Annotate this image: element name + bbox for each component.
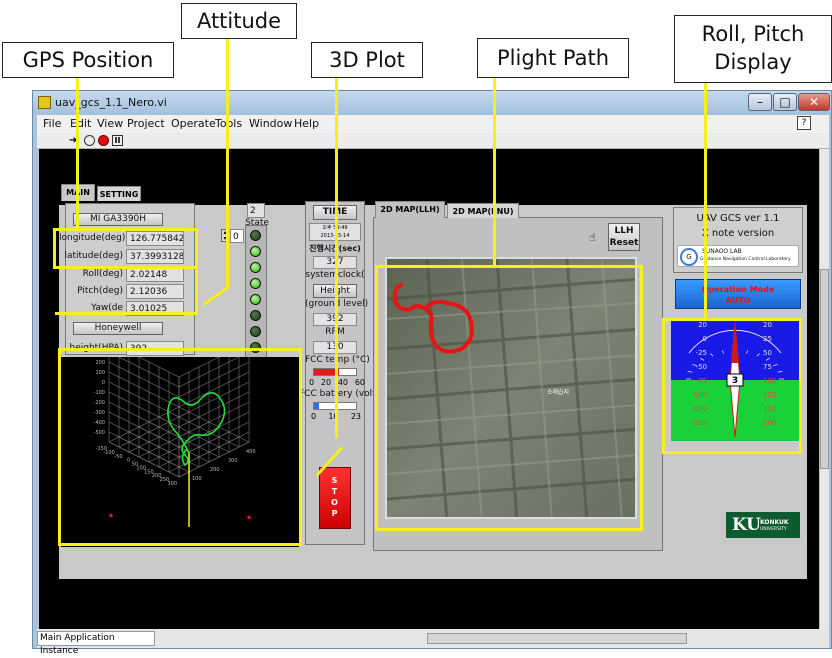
run-continuously-icon[interactable] [84,135,95,146]
gcs-version: X note version [701,228,775,239]
lab-name: SUNAOO LAB [702,248,742,255]
operation-mode-value: AUTO [725,296,751,305]
run-arrow-icon[interactable]: ➔ [69,135,81,146]
callout-roll-pitch-display: Roll, Pitch Display [674,15,832,83]
state-led [250,230,261,241]
connector-3d-plot [335,78,338,438]
horizontal-scrollbar[interactable] [427,633,687,644]
highlight-gps [53,228,198,269]
menu-view[interactable]: View [97,117,123,130]
pause-icon[interactable]: II [112,135,123,146]
tab-2d-map-llh[interactable]: 2D MAP(LLH) [375,201,445,218]
callout-attitude: Attitude [181,3,297,39]
llh-reset-line2: Reset [609,238,639,248]
help-context-icon[interactable]: ? [797,116,811,130]
connector-gps [76,78,79,230]
operation-mode-label: Operation Mode [701,285,775,294]
operation-mode-indicator: Operation Mode AUTO [675,279,801,309]
minimize-button[interactable]: – [748,93,772,111]
menu-window[interactable]: Window [249,117,292,130]
konkuk-logo: KU KONKUK UNIVERSITY [725,511,801,539]
state-led [250,246,261,257]
state-led [250,262,261,273]
window-titlebar[interactable]: uav_gcs_1.1_Nero.vi – □ ✕ [33,91,831,115]
menu-file[interactable]: File [43,117,61,130]
status-bar: Main Application Instance [37,629,829,656]
window-title: uav_gcs_1.1_Nero.vi [55,96,167,109]
highlight-roll-pitch [662,318,802,454]
highlight-3d-plot [58,348,302,546]
abort-icon[interactable] [98,135,109,146]
gnc-logo-icon: G [680,248,698,266]
gps-device-label: MI GA3390H [73,213,163,226]
batt-tick: 0 [311,412,317,421]
highlight-attitude [55,264,198,315]
ku-name: KONKUK [760,519,789,526]
state-led [250,278,261,289]
callout-3d-plot: 3D Plot [311,42,423,78]
state-led [250,326,261,337]
connector-flight-path [493,78,496,266]
state-led [250,310,261,321]
gcs-title: UAV GCS ver 1.1 [696,213,780,224]
temp-tick: 60 [354,378,365,387]
state-led [250,294,261,305]
temp-tick: 40 [337,378,349,387]
menu-help[interactable]: Help [294,117,319,130]
lab-description: Guidance Navigation Control Laboratory [700,257,791,262]
menu-project[interactable]: Project [127,117,165,130]
tab-setting[interactable]: SETTING [97,186,141,201]
callout-gps-position: GPS Position [2,42,174,78]
status-instance: Main Application Instance [37,631,155,656]
menu-operate[interactable]: Operate [171,117,216,130]
highlight-flight-path [375,265,643,531]
attitude-device-label: Honeywell [73,322,163,335]
llh-reset-button[interactable]: LLH Reset [608,223,640,251]
ku-mark: KU [732,515,761,535]
vertical-scrollbar[interactable] [819,149,829,629]
menu-edit[interactable]: Edit [70,117,91,130]
batt-tick: 23 [350,412,361,421]
connector-attitude [226,39,229,289]
stop-button[interactable]: STOP [319,467,351,529]
labview-app-icon [38,96,51,109]
temp-tick: 0 [309,378,315,387]
maximize-button[interactable]: □ [773,93,797,111]
state-index[interactable]: 0 [230,229,244,243]
toolbar: ➔ II [37,133,829,149]
scrollbar-thumb[interactable] [820,269,829,469]
ku-university: UNIVERSITY [760,527,787,532]
callout-roll-pitch-line2: Display [714,50,792,74]
callout-flight-path: Plight Path [477,38,629,78]
state-led-column [245,225,267,359]
tab-2d-map-enu[interactable]: 2D MAP(ENU) [447,203,519,218]
close-button[interactable]: ✕ [798,93,830,111]
menu-bar: File Edit View Project Operate Tools Win… [37,115,829,133]
connector-roll-pitch [704,83,707,319]
pointer-hand-icon: ☝ [589,231,596,244]
fcc-battery-bar-fill [314,403,320,409]
llh-reset-line1: LLH [614,226,634,236]
state-count: 2 [247,203,265,218]
temp-tick: 20 [320,378,332,387]
lab-logo: G SUNAOO LAB Guidance Navigation Control… [677,245,799,267]
callout-roll-pitch-line1: Roll, Pitch [701,22,805,46]
